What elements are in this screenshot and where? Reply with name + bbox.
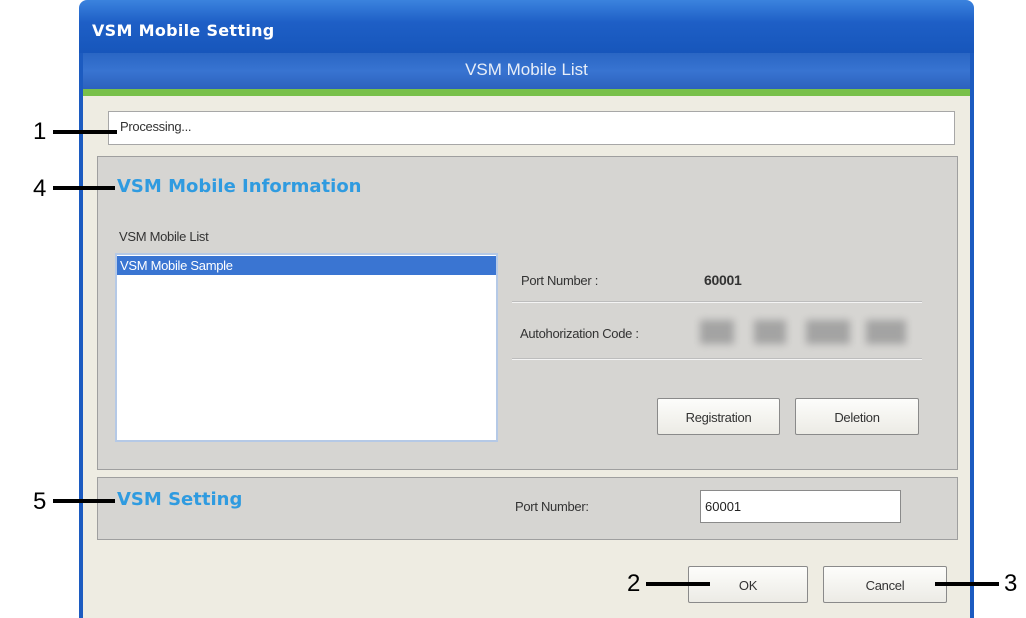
callout-number: 4 [33,175,47,202]
divider [512,301,922,303]
status-box [108,111,955,145]
auth-code-redacted [866,320,906,344]
callout-number: 5 [33,488,47,515]
status-text: Processing... [120,119,192,134]
divider [512,358,922,360]
callout-line [646,582,710,586]
callout-number: 3 [1004,570,1018,597]
deletion-button[interactable]: Deletion [795,398,919,435]
banner-title: VSM Mobile List [465,60,588,79]
auth-code-label: Autohorization Code : [520,326,639,341]
callout-line [53,186,115,190]
registration-button[interactable]: Registration [657,398,780,435]
list-item[interactable]: VSM Mobile Sample [117,256,496,275]
mobile-info-title: VSM Mobile Information [117,176,362,197]
auth-code-redacted [754,320,786,344]
setting-port-input[interactable] [700,490,901,523]
port-number-value: 60001 [704,272,742,288]
window-border-right [970,53,974,618]
callout-number: 1 [33,118,47,145]
window-title: VSM Mobile Setting [92,21,275,40]
mobile-list-label: VSM Mobile List [119,229,209,244]
window-border-left [79,53,83,618]
banner-accent-stripe [83,89,970,96]
vsm-setting-title: VSM Setting [117,489,243,510]
callout-line [53,499,115,503]
mobile-listbox[interactable] [115,253,498,442]
port-number-label: Port Number : [521,273,599,288]
callout-number: 2 [627,570,641,597]
setting-port-label: Port Number: [515,499,589,514]
auth-code-redacted [700,320,734,344]
auth-code-redacted [806,320,850,344]
cancel-button[interactable]: Cancel [823,566,947,603]
callout-line [53,130,117,134]
callout-line [935,582,999,586]
